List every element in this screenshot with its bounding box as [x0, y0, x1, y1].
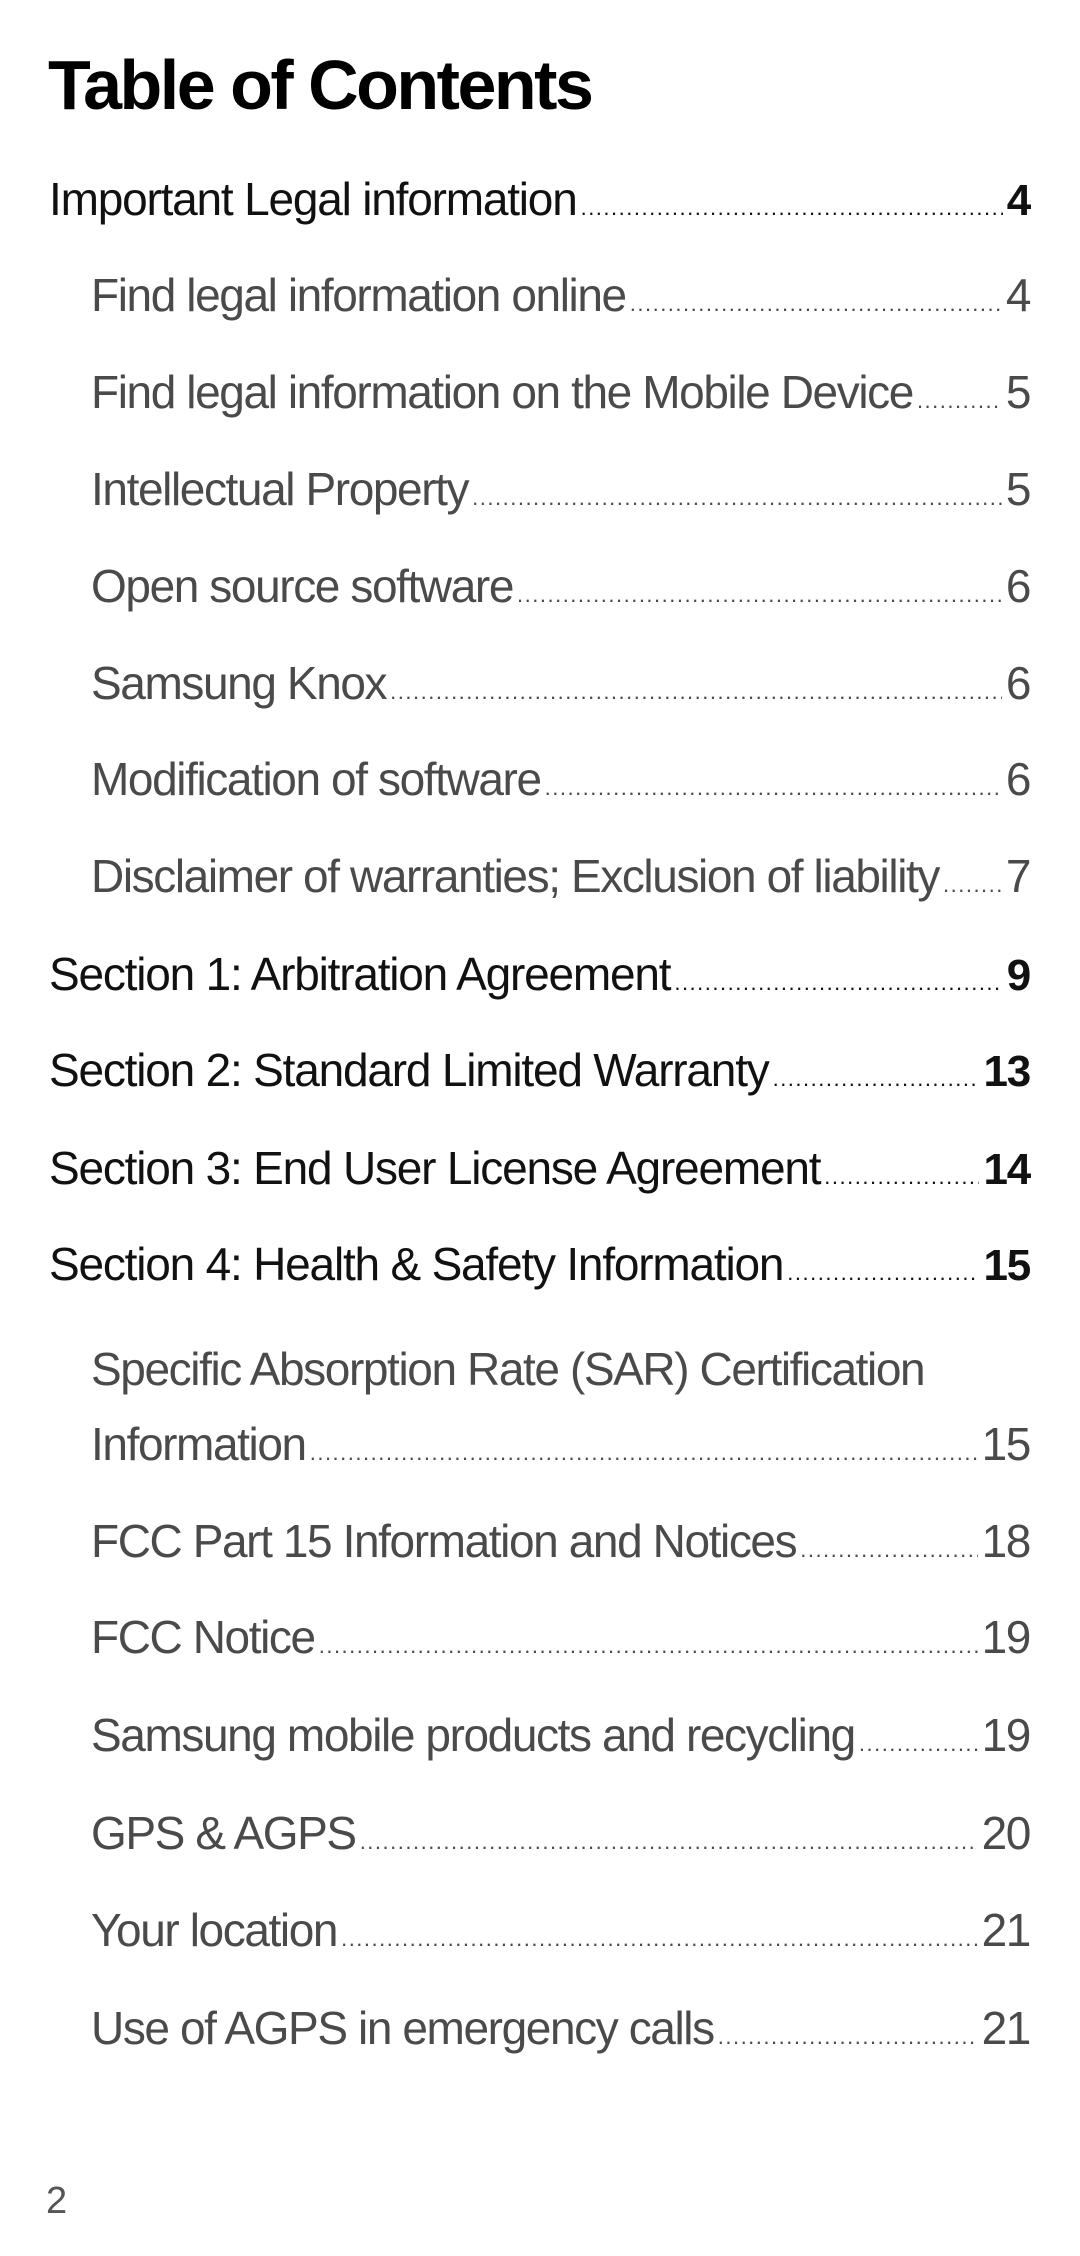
toc-entry-label: FCC Notice	[91, 1611, 316, 1663]
toc-entry-page: 4	[1006, 176, 1031, 225]
toc-entry-label: Section 2: Standard Limited Warranty	[49, 1044, 770, 1096]
toc-entry-page: 6	[1005, 560, 1032, 612]
toc-entry-label: Find legal information online	[91, 269, 627, 321]
toc-entry-open-source-software[interactable]: Open source software 6	[91, 559, 1032, 619]
dot-leader	[581, 195, 1003, 221]
toc-entry-label: Your location	[91, 1904, 338, 1956]
toc-entry-find-legal-info-online[interactable]: Find legal information online 4	[91, 268, 1032, 328]
toc-entry-page: 9	[1006, 951, 1031, 1000]
toc-entry-label: Section 4: Health & Safety Information	[49, 1238, 784, 1290]
dot-leader	[773, 1066, 980, 1092]
toc-entry-page: 21	[981, 2002, 1032, 2054]
toc-entry-section-3[interactable]: Section 3: End User License Agreement 14	[49, 1141, 1031, 1201]
toc-entry-fcc-part-15[interactable]: FCC Part 15 Information and Notices 18	[91, 1514, 1032, 1574]
toc-entry-label: Find legal information on the Mobile Dev…	[91, 366, 914, 418]
dot-leader	[859, 1731, 978, 1757]
dot-leader	[800, 1537, 977, 1563]
toc-entry-your-location[interactable]: Your location 21	[91, 1903, 1032, 1963]
toc-entry-page: 5	[1005, 366, 1032, 418]
dot-leader	[517, 582, 1002, 608]
dot-leader	[674, 970, 1002, 996]
toc-entry-label: Modification of software	[91, 753, 542, 805]
toc-entry-sar-line1[interactable]: Specific Absorption Rate (SAR) Certifica…	[91, 1342, 926, 1396]
dot-leader	[319, 1633, 978, 1659]
toc-entry-label: Intellectual Property	[91, 463, 470, 515]
toc-entry-section-1[interactable]: Section 1: Arbitration Agreement 9	[49, 947, 1031, 1007]
toc-entry-label: Important Legal information	[49, 173, 578, 225]
toc-entry-label: FCC Part 15 Information and Notices	[91, 1515, 798, 1567]
toc-entry-gps-agps[interactable]: GPS & AGPS 20	[91, 1806, 1032, 1866]
dot-leader	[943, 872, 1002, 898]
toc-entry-page: 19	[981, 1611, 1032, 1663]
toc-entry-intellectual-property[interactable]: Intellectual Property 5	[91, 462, 1032, 522]
toc-entry-samsung-knox[interactable]: Samsung Knox 6	[91, 656, 1032, 716]
toc-entry-page: 21	[981, 1904, 1032, 1956]
dot-leader	[360, 1829, 978, 1855]
toc-entry-page: 20	[981, 1807, 1032, 1859]
dot-leader	[917, 388, 1002, 414]
toc-entry-page: 14	[983, 1145, 1031, 1194]
page-number: 2	[46, 2180, 68, 2222]
toc-entry-page: 4	[1005, 269, 1032, 321]
toc-entry-page: 18	[981, 1515, 1032, 1567]
toc-entry-label: Samsung mobile products and recycling	[91, 1709, 856, 1761]
toc-entry-agps-emergency[interactable]: Use of AGPS in emergency calls 21	[91, 2001, 1032, 2061]
toc-entry-page: 6	[1005, 657, 1032, 709]
toc-entry-page: 19	[981, 1709, 1032, 1761]
toc-entry-section-2[interactable]: Section 2: Standard Limited Warranty 13	[49, 1043, 1031, 1103]
dot-leader	[718, 2024, 978, 2050]
toc-entry-page: 7	[1005, 850, 1032, 902]
toc-entry-recycling[interactable]: Samsung mobile products and recycling 19	[91, 1708, 1032, 1768]
dot-leader	[472, 485, 1002, 511]
toc-entry-label: GPS & AGPS	[91, 1807, 357, 1859]
toc-entry-label: Section 3: End User License Agreement	[49, 1142, 821, 1194]
toc-entry-page: 5	[1005, 463, 1032, 515]
toc-entry-page: 6	[1005, 753, 1032, 805]
dot-leader	[310, 1440, 978, 1466]
toc-entry-page: 15	[981, 1418, 1032, 1470]
toc-entry-important-legal-information[interactable]: Important Legal information 4	[49, 172, 1031, 232]
toc-entry-page: 13	[983, 1047, 1031, 1096]
dot-leader	[824, 1164, 979, 1190]
dot-leader	[630, 291, 1002, 317]
page-title: Table of Contents	[48, 46, 594, 124]
toc-entry-label: Open source software	[91, 560, 514, 612]
dot-leader	[545, 775, 1002, 801]
toc-entry-page: 15	[983, 1241, 1031, 1290]
toc-entry-label: Use of AGPS in emergency calls	[91, 2002, 715, 2054]
toc-entry-section-4[interactable]: Section 4: Health & Safety Information 1…	[49, 1237, 1031, 1297]
toc-entry-find-legal-info-device[interactable]: Find legal information on the Mobile Dev…	[91, 365, 1032, 425]
dot-leader	[390, 679, 1002, 705]
dot-leader	[787, 1260, 979, 1286]
toc-entry-modification-of-software[interactable]: Modification of software 6	[91, 752, 1032, 812]
toc-entry-label: Disclaimer of warranties; Exclusion of l…	[91, 850, 940, 902]
toc-entry-label: Samsung Knox	[91, 657, 388, 709]
toc-entry-sar-certification[interactable]: Information 15	[91, 1417, 1032, 1477]
toc-entry-disclaimer-of-warranties[interactable]: Disclaimer of warranties; Exclusion of l…	[91, 849, 1032, 909]
toc-entry-label: Information	[91, 1418, 307, 1470]
toc-entry-fcc-notice[interactable]: FCC Notice 19	[91, 1610, 1032, 1670]
toc-entry-label: Section 1: Arbitration Agreement	[49, 948, 672, 1000]
dot-leader	[341, 1926, 978, 1952]
